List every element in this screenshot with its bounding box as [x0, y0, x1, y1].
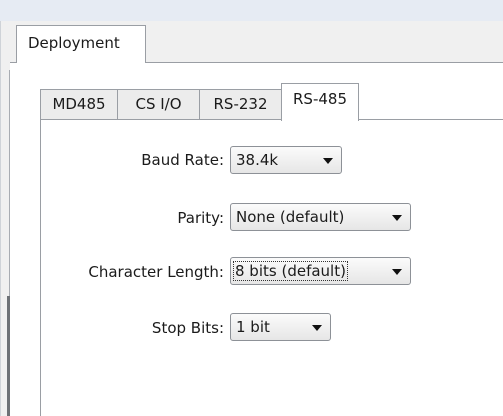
title-band: [0, 0, 503, 21]
tab-deployment-label: Deployment: [28, 34, 120, 52]
tab-deployment[interactable]: Deployment: [16, 25, 146, 63]
parity-value: None (default): [236, 208, 345, 226]
settings-window: Deployment MD485 CS I/O RS-232 RS-485 Ba…: [0, 0, 503, 416]
character-length-label: Character Length:: [88, 263, 224, 281]
stop-bits-value: 1 bit: [236, 318, 270, 336]
character-length-select[interactable]: 8 bits (default): [230, 257, 411, 285]
subtab-divider: [40, 119, 503, 120]
chevron-down-icon: [323, 158, 333, 164]
parity-label: Parity:: [177, 209, 224, 227]
tab-md485[interactable]: MD485: [40, 89, 118, 119]
parity-select[interactable]: None (default): [230, 203, 411, 231]
tab-cs-io[interactable]: CS I/O: [117, 89, 200, 119]
stop-bits-select[interactable]: 1 bit: [230, 313, 331, 341]
character-length-value: 8 bits (default): [233, 261, 348, 281]
tab-rs-485[interactable]: RS-485: [281, 83, 359, 121]
baud-rate-value: 38.4k: [236, 151, 279, 169]
chevron-down-icon: [392, 269, 402, 275]
chevron-down-icon: [312, 325, 322, 331]
subtab-panel-border: [40, 119, 41, 416]
stop-bits-label: Stop Bits:: [151, 319, 224, 337]
baud-rate-select[interactable]: 38.4k: [230, 146, 342, 174]
left-border: [0, 21, 1, 416]
baud-rate-label: Baud Rate:: [141, 151, 224, 169]
tab-rs-232[interactable]: RS-232: [199, 89, 282, 119]
chevron-down-icon: [392, 215, 402, 221]
